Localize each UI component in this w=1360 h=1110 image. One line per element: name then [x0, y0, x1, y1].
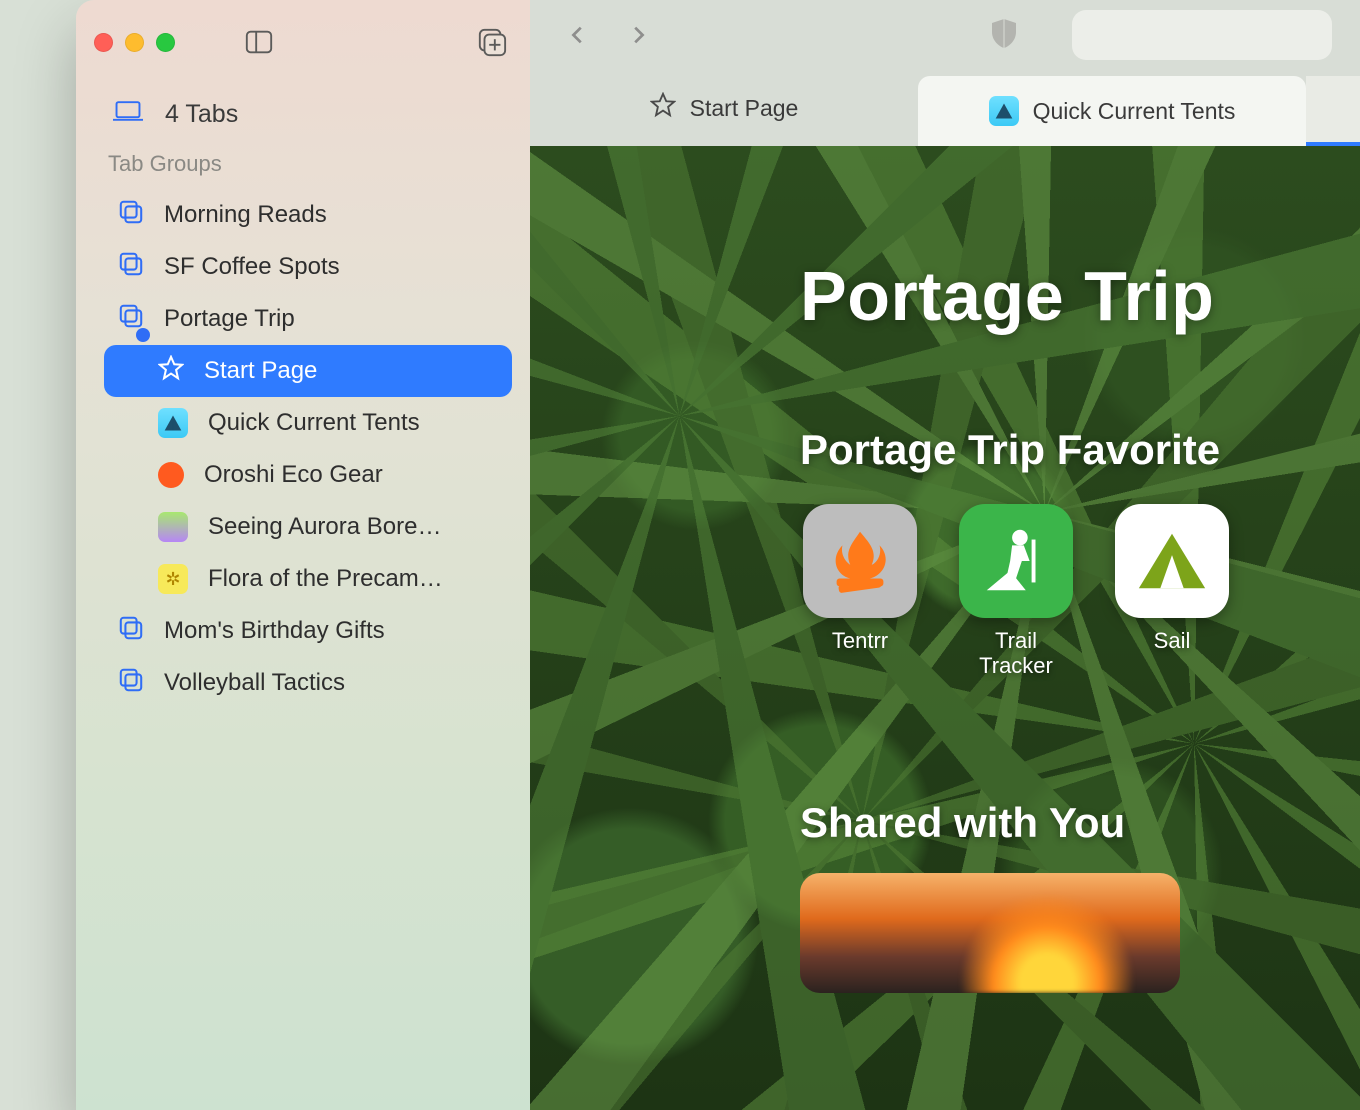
tab-group-label: Morning Reads	[164, 201, 327, 229]
favorite-sail[interactable]: Sail	[1112, 504, 1232, 679]
tab-strip: Start Page Quick Current Tents	[530, 70, 1360, 146]
tab-group-label: Mom's Birthday Gifts	[164, 617, 385, 645]
site-favicon-icon	[158, 462, 184, 488]
shared-tab-group-icon	[118, 303, 144, 336]
tabs-count-label: 4 Tabs	[165, 100, 238, 129]
main-pane: Start Page Quick Current Tents Portage T…	[530, 0, 1360, 1110]
sidebar-tab-label: Seeing Aurora Bore…	[208, 513, 441, 541]
sidebar-tab-label: Oroshi Eco Gear	[204, 461, 383, 489]
tab-start-page[interactable]: Start Page	[530, 70, 918, 146]
sidebar-tab-oroshi-eco-gear[interactable]: Oroshi Eco Gear	[104, 449, 512, 501]
toolbar	[530, 0, 1360, 70]
favorite-caption: Tentrr	[832, 628, 888, 653]
favorite-caption: Sail	[1154, 628, 1191, 653]
tent-favicon-icon	[989, 96, 1019, 126]
sidebar: 4 Tabs Tab Groups Morning Reads SF Coffe…	[76, 0, 530, 1110]
tab-group-sf-coffee[interactable]: SF Coffee Spots	[104, 241, 512, 293]
minimize-window-button[interactable]	[125, 33, 144, 52]
shared-badge-icon	[136, 328, 150, 342]
tab-group-volleyball[interactable]: Volleyball Tactics	[104, 657, 512, 709]
favorites-header: Portage Trip Favorite	[800, 426, 1360, 474]
shared-header: Shared with You	[800, 799, 1360, 847]
privacy-shield-icon[interactable]	[990, 17, 1018, 54]
tab-group-icon	[118, 199, 144, 232]
toggle-sidebar-button[interactable]	[239, 22, 279, 62]
tab-quick-current-tents[interactable]: Quick Current Tents	[918, 76, 1306, 146]
open-tabs-summary[interactable]: 4 Tabs	[104, 90, 512, 151]
tab-group-icon	[118, 251, 144, 284]
star-icon	[158, 355, 184, 388]
titlebar	[76, 14, 530, 70]
shared-item-card[interactable]	[800, 873, 1180, 993]
favorite-trail-tracker[interactable]: Trail Tracker	[956, 504, 1076, 679]
favorite-tentrr[interactable]: Tentrr	[800, 504, 920, 679]
tab-group-label: Portage Trip	[164, 305, 295, 333]
tent-favicon-icon	[158, 408, 188, 438]
tent-tile-icon	[1115, 504, 1229, 618]
tab-group-label: SF Coffee Spots	[164, 253, 340, 281]
tab-group-icon	[118, 615, 144, 648]
sidebar-tab-start-page[interactable]: Start Page	[104, 345, 512, 397]
favorite-caption: Trail Tracker	[956, 628, 1076, 679]
favorites-row: Tentrr Trail Tracker Sail	[800, 504, 1360, 679]
tab-group-portage-trip[interactable]: Portage Trip	[104, 293, 512, 345]
browser-window: 4 Tabs Tab Groups Morning Reads SF Coffe…	[76, 0, 1360, 1110]
tab-group-icon	[118, 667, 144, 700]
tab-overflow-indicator[interactable]	[1306, 76, 1360, 146]
tab-label: Start Page	[690, 95, 799, 122]
sidebar-tab-label: Flora of the Precam…	[208, 565, 443, 593]
sidebar-tab-quick-current-tents[interactable]: Quick Current Tents	[104, 397, 512, 449]
tab-groups-header: Tab Groups	[104, 151, 512, 189]
star-icon	[650, 92, 676, 124]
address-bar[interactable]	[1072, 10, 1332, 60]
site-favicon-icon	[158, 512, 188, 542]
sidebar-tab-aurora[interactable]: Seeing Aurora Bore…	[104, 501, 512, 553]
back-button[interactable]	[558, 15, 598, 55]
new-tab-group-button[interactable]	[472, 22, 512, 62]
sidebar-tab-label: Quick Current Tents	[208, 409, 420, 437]
campfire-tile-icon	[803, 504, 917, 618]
sidebar-tab-label: Start Page	[204, 357, 317, 385]
page-title: Portage Trip	[800, 256, 1360, 336]
zoom-window-button[interactable]	[156, 33, 175, 52]
tab-group-moms-birthday[interactable]: Mom's Birthday Gifts	[104, 605, 512, 657]
hiker-tile-icon	[959, 504, 1073, 618]
forward-button[interactable]	[618, 15, 658, 55]
close-window-button[interactable]	[94, 33, 113, 52]
tab-group-morning-reads[interactable]: Morning Reads	[104, 189, 512, 241]
sidebar-tab-flora[interactable]: ✲ Flora of the Precam…	[104, 553, 512, 605]
tab-label: Quick Current Tents	[1033, 98, 1236, 125]
tab-group-label: Volleyball Tactics	[164, 669, 345, 697]
site-favicon-icon: ✲	[158, 564, 188, 594]
window-controls	[94, 33, 175, 52]
device-icon	[113, 100, 143, 129]
start-page-content: Portage Trip Portage Trip Favorite Tentr…	[530, 146, 1360, 1110]
